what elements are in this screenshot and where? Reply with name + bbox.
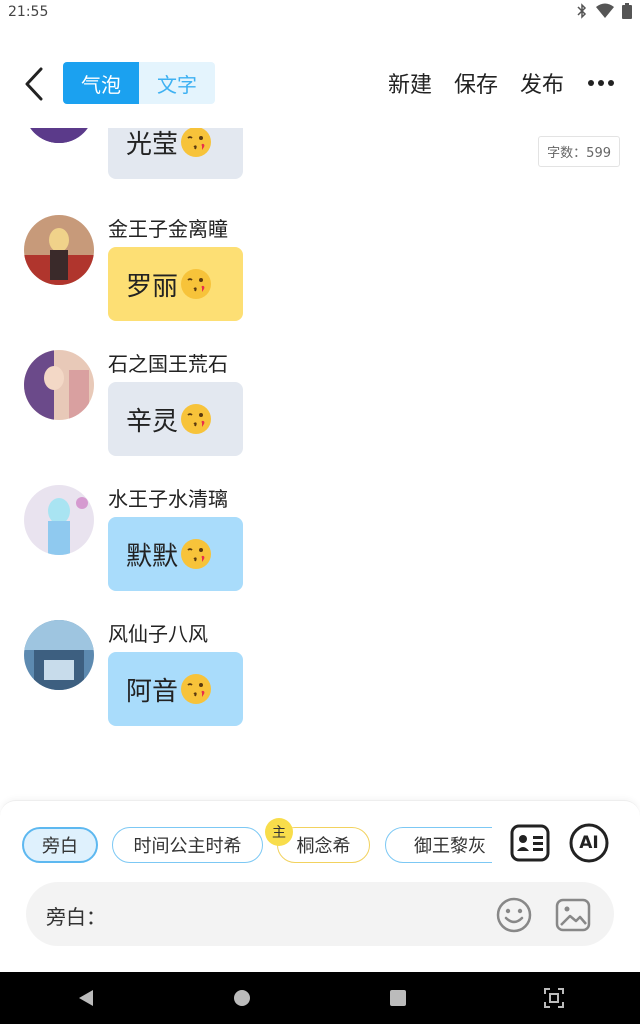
chat-message[interactable]: 金王子金离瞳 罗丽 (0, 215, 400, 345)
character-chip[interactable]: 御王黎灰 (385, 827, 492, 863)
chat-message[interactable]: 水王子水清璃 默默 (0, 485, 400, 615)
emoji-smile-icon (496, 897, 532, 933)
character-card-button[interactable] (509, 822, 551, 864)
message-text: 罗丽 (126, 271, 179, 302)
message-text: 阿音 (126, 676, 179, 707)
recents-square-icon (390, 990, 406, 1006)
publish-button[interactable]: 发布 (520, 67, 564, 99)
chat-message[interactable]: 石之国王荒石 辛灵 (0, 350, 400, 480)
ai-label: AI (579, 833, 599, 853)
image-button[interactable] (554, 896, 592, 934)
contact-card-icon (510, 824, 550, 862)
system-nav-bar (0, 972, 640, 1024)
top-bar: 气泡 文字 新建 保存 发布 (0, 56, 640, 112)
sender-name: 金王子金离瞳 (108, 217, 228, 241)
emoji-button[interactable] (495, 896, 533, 934)
avatar[interactable] (24, 620, 94, 690)
character-chip-narrator[interactable]: 旁白 (22, 827, 98, 863)
kissing-face-icon (180, 673, 212, 705)
chat-message[interactable]: 光莹 (0, 128, 400, 203)
character-chip[interactable]: 时间公主时希 (112, 827, 263, 863)
sender-name: 石之国王荒石 (108, 352, 228, 376)
message-text: 默默 (126, 541, 179, 572)
nav-screenshot-button[interactable] (542, 986, 566, 1010)
back-button[interactable] (16, 62, 52, 106)
avatar[interactable] (24, 350, 94, 420)
more-horizontal-icon (588, 80, 614, 86)
status-icons (576, 3, 632, 23)
more-button[interactable] (586, 62, 616, 104)
sender-name: 风仙子八风 (108, 622, 208, 646)
message-text: 光莹 (126, 129, 179, 160)
nav-back-button[interactable] (74, 986, 98, 1010)
main-role-badge: 主 (265, 818, 293, 846)
character-selector[interactable]: 旁白 时间公主时希 桐念希 御王黎灰 (22, 827, 492, 865)
status-bar: 21:55 (0, 0, 640, 28)
avatar[interactable] (24, 128, 94, 143)
input-speaker-label: 旁白： (46, 905, 106, 929)
nav-home-button[interactable] (230, 986, 254, 1010)
word-count-badge: 字数：599 (538, 136, 620, 167)
avatar[interactable] (24, 485, 94, 555)
tab-text[interactable]: 文字 (139, 62, 215, 104)
status-time: 21:55 (8, 4, 49, 20)
message-bubble[interactable]: 罗丽 (108, 247, 243, 321)
kissing-face-icon (180, 268, 212, 300)
save-button[interactable]: 保存 (454, 67, 498, 99)
chat-message[interactable]: 风仙子八风 阿音 (0, 620, 400, 750)
wifi-icon (596, 3, 614, 23)
message-bubble[interactable]: 阿音 (108, 652, 243, 726)
home-circle-icon (234, 990, 250, 1006)
avatar[interactable] (24, 215, 94, 285)
message-input[interactable]: 旁白： (26, 882, 614, 946)
tab-bubble[interactable]: 气泡 (63, 62, 139, 104)
kissing-face-icon (180, 128, 212, 158)
back-triangle-icon (79, 990, 93, 1006)
image-icon (555, 898, 591, 932)
message-bubble[interactable]: 默默 (108, 517, 243, 591)
message-text: 辛灵 (126, 406, 179, 437)
back-chevron-icon (25, 67, 43, 101)
message-bubble[interactable]: 辛灵 (108, 382, 243, 456)
sender-name: 水王子水清璃 (108, 487, 228, 511)
kissing-face-icon (180, 403, 212, 435)
chat-area[interactable]: 字数：599 光莹 金王子金离瞳 罗丽 石之国王荒石 辛灵 水王子水清璃 默默 … (0, 128, 640, 768)
ai-button[interactable]: AI (568, 822, 610, 864)
kissing-face-icon (180, 538, 212, 570)
nav-recents-button[interactable] (386, 986, 410, 1010)
screenshot-icon (544, 988, 564, 1008)
top-actions: 新建 保存 发布 (388, 62, 616, 104)
battery-icon (622, 3, 632, 23)
mode-segmented-control: 气泡 文字 (63, 62, 215, 104)
message-bubble[interactable]: 光莹 (108, 128, 243, 179)
new-button[interactable]: 新建 (388, 67, 432, 99)
bluetooth-icon (576, 3, 588, 23)
